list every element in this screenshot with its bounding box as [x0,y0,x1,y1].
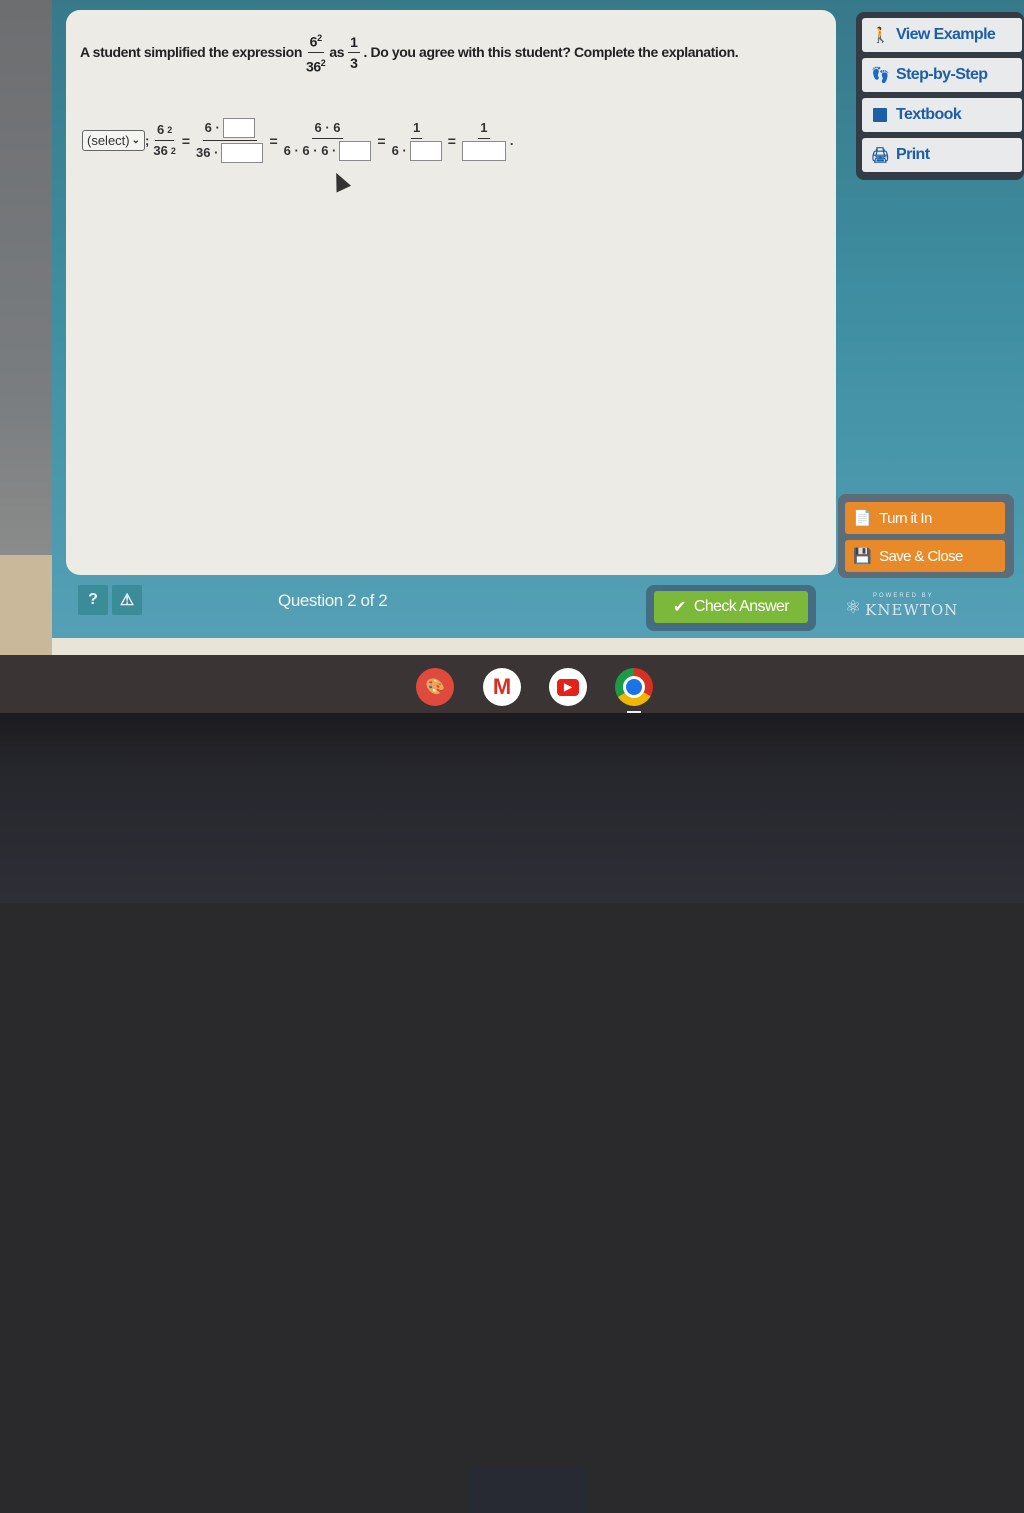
expr-den-exp: 2 [320,57,326,68]
screen: A student simplified the expression 62 3… [0,0,1024,655]
gmail-app-icon[interactable]: M [483,668,521,706]
result-fraction: 1 3 [348,34,360,71]
expr-den: 36 [305,58,321,75]
knewton-logo: ⚛ POWERED BY KNEWTON [845,593,959,619]
textbook-button[interactable]: Textbook [862,98,1022,132]
warning-icon: ⚠ [119,592,135,609]
answer-box[interactable] [222,118,255,138]
step1-den-exp: 2 [170,146,176,156]
page-bottom-strip [52,638,1024,655]
step4-num: 1 [413,120,421,135]
laptop-bezel [0,713,1024,1513]
atom-icon: ⚛ [845,596,862,617]
step5-fraction: 1 [461,120,506,161]
equals-sign: = [269,132,278,149]
brand-text: KNEWTON [865,601,959,619]
step2-fraction: 6 · 36 · [196,118,264,163]
step1-den: 36 [153,143,168,158]
print-button[interactable]: 🖨 Print [862,138,1022,172]
expression-fraction: 62 362 [305,30,326,75]
prompt-before: A student simplified the expression [80,44,302,61]
print-label: Print [896,146,930,163]
chrome-app-icon[interactable] [615,668,653,706]
step4-den: 6 · [391,143,407,158]
step3-num: 6 · 6 [314,120,341,135]
check-answer-button[interactable]: ✔ Check Answer [654,591,808,623]
question-panel [66,10,836,575]
step2-den: 36 · [196,145,219,160]
youtube-app-icon[interactable]: ▶ [549,668,587,706]
equals-sign: = [377,132,386,149]
question-counter: Question 2 of 2 [278,591,388,610]
as-word: as [329,44,345,61]
laptop-logo [468,1468,588,1513]
book-icon [872,108,888,122]
printer-icon: 🖨 [870,147,890,164]
save-close-label: Save & Close [879,547,963,565]
report-problem-button[interactable]: ⚠ [112,585,142,615]
powered-by-text: POWERED BY [873,593,934,599]
answer-box[interactable] [409,141,442,161]
left-edge [0,0,52,655]
view-example-label: View Example [896,26,996,43]
step3-den: 6 · 6 · 6 · [283,143,337,158]
step4-fraction: 1 6 · [392,120,442,161]
check-answer-label: Check Answer [693,598,790,615]
step5-num: 1 [480,120,488,135]
help-button[interactable]: ? [78,585,108,615]
turn-in-label: Turn it In [879,509,932,527]
result-den: 3 [350,54,358,71]
step1-fraction: 62 36 2 [153,122,175,159]
period: . [509,133,514,148]
save-close-button[interactable]: 💾 Save & Close [845,540,1005,572]
answer-box[interactable] [221,143,264,163]
prompt-after: . Do you agree with this student? Comple… [363,44,739,61]
step3-fraction: 6 · 6 6 · 6 · 6 · [284,120,372,161]
result-num: 1 [348,34,360,53]
floppy-disk-icon: 💾 [853,548,872,565]
question-prompt: A student simplified the expression 62 3… [80,30,739,75]
textbook-label: Textbook [896,106,962,123]
answer-box[interactable] [461,141,506,161]
step1-num: 6 [156,122,165,137]
step-by-step-button[interactable]: 👣 Step-by-Step [862,58,1022,92]
expr-num-exp: 2 [317,33,322,43]
step2-num: 6 · [204,120,220,135]
expr-num: 6 [309,33,318,50]
agree-select[interactable]: (select) ⌄ [82,130,146,151]
explanation-work: (select) ⌄ ; 62 36 2 = 6 · 36 · = 6 · 6 6 … [82,118,514,163]
select-label: (select) [87,133,130,148]
question-mark-icon: ? [88,591,98,608]
view-example-button[interactable]: 🚶 View Example [862,18,1022,52]
presenter-icon: 🚶 [870,27,890,44]
checkmark-icon: ✔ [673,599,686,616]
chevron-down-icon: ⌄ [131,135,141,146]
turn-in-icon: 📄 [853,510,872,527]
semicolon: ; [145,133,150,148]
footprint-icon: 👣 [870,67,890,84]
answer-box[interactable] [339,141,372,161]
equals-sign: = [181,132,191,149]
turn-it-in-button[interactable]: 📄 Turn it In [845,502,1005,534]
step1-num-exp: 2 [167,125,173,135]
step-by-step-label: Step-by-Step [896,66,988,83]
canvas-app-icon[interactable]: 🎨 [416,668,454,706]
equals-sign: = [447,132,456,149]
